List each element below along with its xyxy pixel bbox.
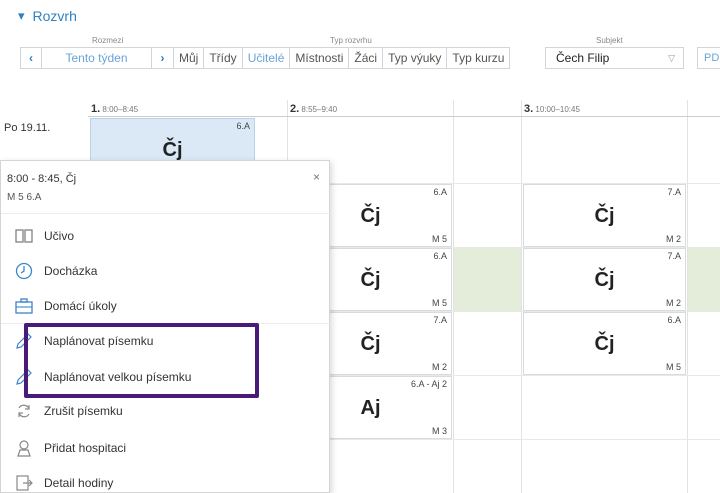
- period-header-1: 1. 8:00–8:45: [88, 100, 287, 117]
- close-icon[interactable]: ×: [313, 170, 320, 184]
- subject-label: Subjekt: [596, 36, 623, 45]
- next-week-button[interactable]: ›: [152, 47, 174, 69]
- empty-slot: [454, 248, 521, 311]
- type-teachers[interactable]: Učitelé: [242, 47, 291, 69]
- clock-icon: [15, 262, 33, 280]
- type-mine[interactable]: Můj: [174, 47, 205, 69]
- chevron-down-icon[interactable]: ▾: [18, 8, 25, 24]
- current-week-button[interactable]: Tento týden: [42, 47, 152, 69]
- person-icon: [15, 439, 33, 457]
- period-header-2: 2. 8:55–9:40: [287, 100, 521, 117]
- menu-item-cancel-test[interactable]: Zrušit písemku: [15, 402, 123, 420]
- type-teaching[interactable]: Typ výuky: [383, 47, 448, 69]
- divider: [1, 213, 331, 214]
- popup-subtitle: M 5 6.A: [7, 192, 42, 203]
- prev-week-button[interactable]: ‹: [20, 47, 42, 69]
- refresh-icon: [15, 402, 33, 420]
- menu-item-lesson-detail[interactable]: Detail hodiny: [15, 474, 113, 492]
- chevron-down-icon: ▽: [668, 52, 675, 63]
- empty-slot: [688, 248, 720, 311]
- type-rooms[interactable]: Místnosti: [290, 47, 350, 69]
- lesson-cell[interactable]: 7.A Čj M 2: [523, 248, 686, 311]
- menu-item-curriculum[interactable]: Učivo: [15, 227, 74, 245]
- type-classes[interactable]: Třídy: [204, 47, 243, 69]
- schedule-toolbar: ‹ Tento týden › Můj Třídy Učitelé Místno…: [20, 47, 511, 69]
- schedule-type-label: Typ rozvrhu: [330, 36, 372, 45]
- menu-item-attendance[interactable]: Docházka: [15, 262, 97, 280]
- day-label: Po 19.11.: [4, 122, 51, 134]
- lesson-cell[interactable]: 6.A Čj M 5: [523, 312, 686, 375]
- menu-item-add-inspection[interactable]: Přidat hospitaci: [15, 439, 126, 457]
- page-title[interactable]: Rozvrh: [33, 8, 77, 24]
- book-icon: [15, 227, 33, 245]
- column-divider: [521, 100, 522, 493]
- briefcase-icon: [15, 297, 33, 315]
- range-label: Rozmezí: [92, 36, 124, 45]
- highlight-box: [24, 323, 259, 398]
- menu-item-homework[interactable]: Domácí úkoly: [15, 297, 117, 315]
- period-header-3: 3. 10:00–10:45: [521, 100, 720, 117]
- type-students[interactable]: Žáci: [349, 47, 384, 69]
- exit-icon: [15, 474, 33, 492]
- type-course[interactable]: Typ kurzu: [447, 47, 511, 69]
- popup-title: 8:00 - 8:45, Čj: [7, 173, 77, 185]
- schedule-header[interactable]: ▾ Rozvrh: [18, 8, 77, 24]
- subject-select[interactable]: Čech Filip ▽: [545, 47, 684, 69]
- lesson-cell[interactable]: 7.A Čj M 2: [523, 184, 686, 247]
- pdf-button[interactable]: PD: [697, 47, 720, 69]
- subject-value: Čech Filip: [556, 51, 610, 65]
